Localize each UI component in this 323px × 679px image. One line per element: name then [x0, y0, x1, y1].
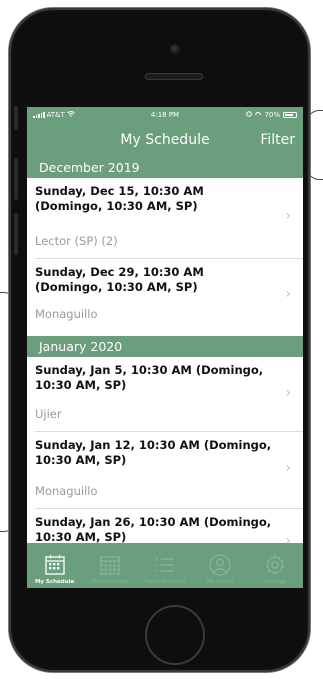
app-screen: AT&T 4:18 PM 70% My Schedule Filter Dece… — [27, 107, 303, 588]
row-role: Monaguillo — [35, 484, 98, 498]
tab-bar: My Schedule Full Schedule Open Positions… — [27, 543, 303, 588]
tab-label: Open Positions — [144, 579, 186, 585]
status-bar: AT&T 4:18 PM 70% — [27, 107, 303, 123]
tab-settings[interactable]: Settings — [248, 543, 303, 588]
home-button[interactable] — [145, 605, 205, 665]
chevron-right-icon: › — [285, 286, 291, 302]
schedule-row[interactable]: Sunday, Dec 29, 10:30 AM (Domingo, 10:30… — [27, 259, 303, 337]
tab-full-schedule[interactable]: Full Schedule — [82, 543, 137, 588]
row-title: Sunday, Jan 26, 10:30 AM (Domingo, 10:30… — [35, 515, 272, 544]
chevron-right-icon: › — [285, 460, 291, 476]
alarm-icon — [246, 111, 253, 119]
chevron-right-icon: › — [285, 208, 291, 224]
tab-label: My Schedule — [34, 579, 75, 585]
section-header-december-2019: December 2019 — [27, 157, 303, 178]
row-role: Lector (SP) (2) — [35, 234, 118, 248]
volume-down-button — [14, 213, 18, 255]
schedule-row[interactable]: Sunday, Dec 15, 10:30 AM (Domingo, 10:30… — [27, 178, 303, 258]
status-right: 70% — [246, 111, 297, 119]
list-icon — [153, 553, 177, 577]
section-header-january-2020: January 2020 — [27, 336, 303, 357]
row-role: Ujier — [35, 407, 62, 421]
tab-label: My Profile — [206, 579, 234, 585]
battery-percent: 70% — [264, 111, 280, 119]
schedule-row[interactable]: Sunday, Jan 12, 10:30 AM (Domingo, 10:30… — [27, 432, 303, 508]
tab-label: Settings — [264, 579, 287, 585]
earpiece-speaker — [145, 73, 203, 80]
row-title: Sunday, Dec 29, 10:30 AM (Domingo, 10:30… — [35, 265, 204, 294]
tab-open-positions[interactable]: Open Positions — [137, 543, 192, 588]
battery-icon — [283, 112, 297, 118]
row-title: Sunday, Jan 5, 10:30 AM (Domingo, 10:30 … — [35, 363, 264, 392]
filter-button[interactable]: Filter — [260, 132, 295, 148]
front-camera — [170, 44, 181, 55]
tab-my-schedule[interactable]: My Schedule — [27, 543, 82, 588]
navigation-bar: My Schedule Filter — [27, 123, 303, 157]
calendar-icon — [43, 553, 67, 577]
row-role: Monaguillo — [35, 307, 98, 321]
tab-my-profile[interactable]: My Profile — [193, 543, 248, 588]
volume-up-button — [14, 158, 18, 200]
row-title: Sunday, Dec 15, 10:30 AM (Domingo, 10:30… — [35, 184, 204, 213]
gear-icon — [263, 553, 287, 577]
headphones-icon — [255, 111, 262, 119]
tab-label: Full Schedule — [91, 579, 129, 585]
chevron-right-icon: › — [285, 385, 291, 401]
profile-icon — [208, 553, 232, 577]
row-title: Sunday, Jan 12, 10:30 AM (Domingo, 10:30… — [35, 438, 272, 467]
calendar-grid-icon — [98, 553, 122, 577]
schedule-row[interactable]: Sunday, Jan 5, 10:30 AM (Domingo, 10:30 … — [27, 357, 303, 431]
mute-switch — [14, 106, 18, 130]
